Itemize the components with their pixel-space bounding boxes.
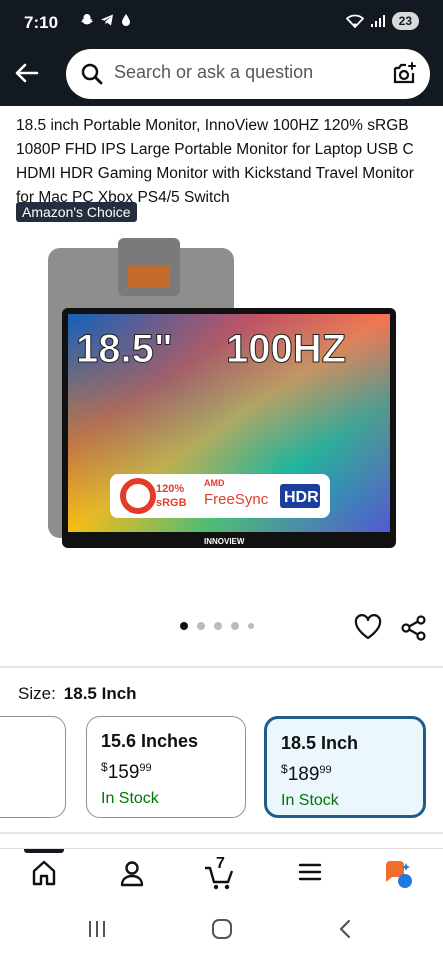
price-dollars: 159 <box>107 762 140 783</box>
size-option-price: $15999 <box>101 760 231 784</box>
price-dollars: 189 <box>287 764 320 785</box>
srgb-percent: 120% <box>156 483 184 495</box>
search-bar[interactable] <box>66 49 430 99</box>
size-option-18-5[interactable]: 18.5 Inch $18999 In Stock <box>264 716 426 818</box>
size-option-name: 15.6 Inches <box>101 731 199 751</box>
size-option-partial[interactable] <box>0 716 66 818</box>
price-cents: 99 <box>139 762 152 774</box>
amd-label: AMD <box>204 478 225 488</box>
product-title[interactable]: 18.5 inch Portable Monitor, InnoView 100… <box>16 114 431 210</box>
wifi-icon <box>345 14 364 28</box>
size-option-price: $18999 <box>281 762 409 786</box>
price-cents: 99 <box>319 764 332 776</box>
carousel-dot[interactable] <box>248 623 254 629</box>
notification-icons <box>80 13 132 27</box>
menu-icon <box>298 863 322 881</box>
status-time: 7:10 <box>24 13 59 32</box>
brand-logo-text: INNOVIEW <box>204 537 245 546</box>
price-currency: $ <box>101 760 108 774</box>
system-indicators: 23 <box>345 12 419 30</box>
share-icon[interactable] <box>400 614 428 642</box>
nav-cart[interactable]: 7 <box>200 855 240 893</box>
search-icon <box>81 63 103 85</box>
stock-status: In Stock <box>281 792 339 809</box>
bottom-nav: 7 <box>0 848 443 898</box>
signal-icon <box>370 15 385 27</box>
nav-menu[interactable] <box>290 859 330 893</box>
freesync-label: FreeSync <box>204 491 269 508</box>
back-button-icon[interactable] <box>336 918 354 940</box>
drop-icon <box>122 14 130 26</box>
screen-size-text: 18.5" <box>76 327 173 371</box>
person-icon <box>120 861 144 887</box>
size-selected-value: 18.5 Inch <box>63 684 137 703</box>
size-label-row: Size: 18.5 Inch <box>18 684 137 704</box>
search-input[interactable] <box>114 62 384 83</box>
nav-home[interactable] <box>24 849 64 893</box>
size-option-name: 18.5 Inch <box>281 733 359 753</box>
hdr-label: HDR <box>284 489 319 506</box>
telegram-icon <box>101 14 113 26</box>
refresh-rate-text: 100HZ <box>226 327 346 371</box>
srgb-label: sRGB <box>156 497 187 509</box>
battery-level: 23 <box>391 12 419 30</box>
carousel-dot[interactable] <box>231 622 239 630</box>
carousel-dot[interactable] <box>197 622 205 630</box>
top-bar <box>0 44 443 106</box>
system-nav-bar <box>0 900 443 960</box>
product-image[interactable]: 18.5" 100HZ 120% sRGB AMD FreeSync HDR I… <box>48 238 398 578</box>
heart-icon[interactable] <box>354 614 382 640</box>
recent-apps-icon[interactable] <box>86 918 108 940</box>
snapchat-icon <box>81 14 93 25</box>
status-bar: 7:10 23 <box>0 0 443 44</box>
section-divider <box>0 666 443 668</box>
cart-count: 7 <box>216 855 225 872</box>
image-carousel-dots <box>180 622 254 630</box>
carousel-dot-active[interactable] <box>180 622 188 630</box>
home-icon <box>32 860 56 886</box>
home-button-icon[interactable] <box>210 918 234 940</box>
leather-tab <box>128 266 170 288</box>
amazons-choice-badge: Amazon's Choice <box>16 202 137 222</box>
rufus-assistant-icon <box>386 861 412 888</box>
section-divider <box>0 832 443 834</box>
nav-rufus[interactable] <box>378 859 418 893</box>
stock-status: In Stock <box>101 790 159 807</box>
visual-search-icon[interactable] <box>392 61 418 87</box>
size-label: Size: <box>18 684 56 703</box>
carousel-dot[interactable] <box>214 622 222 630</box>
size-option-15-6[interactable]: 15.6 Inches $15999 In Stock <box>86 716 246 818</box>
nav-account[interactable] <box>112 859 152 893</box>
back-arrow-icon[interactable] <box>12 59 40 87</box>
price-currency: $ <box>281 762 288 776</box>
